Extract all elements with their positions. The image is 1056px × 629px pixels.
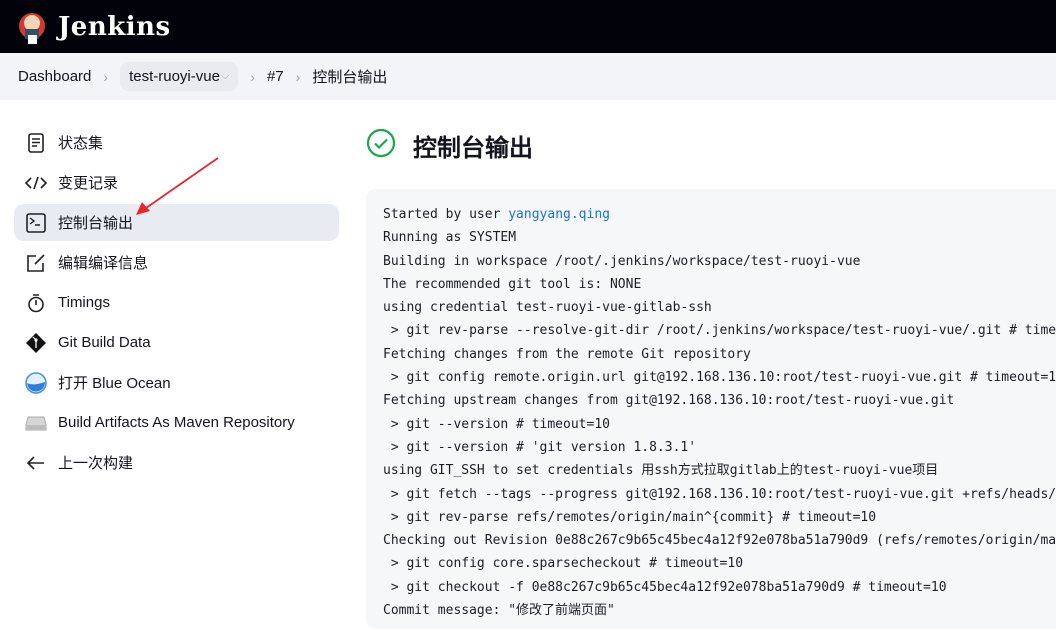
sidebar: 状态集 变更记录 控制台输出 编辑编译信息 Timings Git Build … bbox=[14, 124, 339, 484]
breadcrumb-build[interactable]: #7 bbox=[267, 68, 284, 85]
sidebar-item-changes[interactable]: 变更记录 bbox=[14, 164, 339, 201]
console-line: > git --version # timeout=10 bbox=[383, 416, 610, 432]
jenkins-logo[interactable] bbox=[18, 11, 48, 44]
console-line: > git config core.sparsecheckout # timeo… bbox=[383, 556, 744, 572]
chevron-right-icon: › bbox=[103, 68, 109, 85]
success-check-icon bbox=[366, 128, 396, 163]
console-output: Started by user yangyang.qing Running as… bbox=[366, 189, 1056, 629]
sidebar-item-label: Git Build Data bbox=[58, 334, 151, 351]
console-line: Building in workspace /root/.jenkins/wor… bbox=[383, 253, 861, 269]
page-title-row: 控制台输出 bbox=[366, 128, 533, 163]
sidebar-item-label: 编辑编译信息 bbox=[58, 255, 149, 272]
console-line: > git rev-parse --resolve-git-dir /root/… bbox=[383, 323, 1056, 339]
blue-ocean-icon bbox=[25, 371, 47, 394]
chevron-right-icon: › bbox=[295, 68, 301, 85]
sidebar-item-status[interactable]: 状态集 bbox=[14, 124, 339, 161]
console-line: The recommended git tool is: NONE bbox=[383, 276, 642, 292]
chevron-down-icon[interactable]: ⌵ bbox=[221, 70, 229, 83]
sidebar-item-label: 状态集 bbox=[58, 135, 104, 152]
sidebar-item-previous-build[interactable]: 上一次构建 bbox=[14, 444, 339, 481]
code-icon bbox=[25, 172, 47, 194]
user-link[interactable]: yangyang.qing bbox=[508, 207, 610, 222]
sidebar-item-label: 变更记录 bbox=[58, 175, 119, 192]
breadcrumb-job[interactable]: test-ruoyi-vue ⌵ bbox=[120, 62, 239, 91]
console-line: > git config remote.origin.url git@192.1… bbox=[383, 370, 1056, 386]
sidebar-item-label: Build Artifacts As Maven Repository bbox=[58, 414, 295, 431]
drive-icon bbox=[25, 412, 47, 434]
sidebar-item-label: 打开 Blue Ocean bbox=[58, 375, 171, 392]
console-line: > git rev-parse refs/remotes/origin/main… bbox=[383, 509, 877, 525]
sidebar-item-label: Timings bbox=[58, 294, 110, 311]
console-line: > git checkout -f 0e88c267c9b65c45bec4a1… bbox=[383, 579, 947, 595]
sidebar-item-label: 控制台输出 bbox=[58, 215, 134, 232]
brand-name[interactable]: Jenkins bbox=[58, 12, 171, 42]
console-line: Fetching changes from the remote Git rep… bbox=[383, 346, 751, 362]
console-line: using GIT_SSH to set credentials 用ssh方式拉… bbox=[383, 463, 939, 479]
sidebar-item-edit-build-info[interactable]: 编辑编译信息 bbox=[14, 244, 339, 281]
sidebar-item-label: 上一次构建 bbox=[58, 455, 134, 472]
chevron-right-icon: › bbox=[250, 68, 255, 85]
console-line: > git fetch --tags --progress git@192.16… bbox=[383, 486, 1056, 502]
sidebar-item-maven-repository[interactable]: Build Artifacts As Maven Repository bbox=[14, 404, 339, 441]
page-title: 控制台输出 bbox=[413, 135, 533, 162]
breadcrumb-job-label: test-ruoyi-vue bbox=[129, 68, 220, 85]
console-line: Running as SYSTEM bbox=[383, 230, 517, 246]
console-line: Started by user yangyang.qing bbox=[383, 203, 1056, 226]
document-icon bbox=[25, 132, 47, 154]
breadcrumb: Dashboard › test-ruoyi-vue ⌵ › #7 › 控制台输出 bbox=[0, 53, 1056, 100]
console-line: Commit message: "修改了前端页面" bbox=[383, 603, 615, 619]
sidebar-item-timings[interactable]: Timings bbox=[14, 284, 339, 321]
arrow-left-icon bbox=[25, 452, 47, 474]
console-line: Fetching upstream changes from git@192.1… bbox=[383, 393, 955, 409]
git-icon bbox=[25, 332, 47, 354]
sidebar-item-console-output[interactable]: 控制台输出 bbox=[14, 204, 339, 241]
breadcrumb-dashboard[interactable]: Dashboard bbox=[18, 68, 91, 85]
top-header: Jenkins bbox=[0, 0, 1056, 53]
stopwatch-icon bbox=[25, 292, 47, 314]
console-line: > git --version # 'git version 1.8.3.1' bbox=[383, 439, 697, 455]
sidebar-item-blue-ocean[interactable]: 打开 Blue Ocean bbox=[14, 364, 339, 401]
console-text: Started by user bbox=[383, 207, 509, 222]
edit-icon bbox=[25, 252, 47, 274]
console-line: Checking out Revision 0e88c267c9b65c45be… bbox=[383, 533, 1056, 549]
terminal-icon bbox=[25, 212, 47, 234]
breadcrumb-console[interactable]: 控制台输出 bbox=[312, 66, 387, 87]
console-line: using credential test-ruoyi-vue-gitlab-s… bbox=[383, 300, 712, 316]
sidebar-item-git-build-data[interactable]: Git Build Data bbox=[14, 324, 339, 361]
